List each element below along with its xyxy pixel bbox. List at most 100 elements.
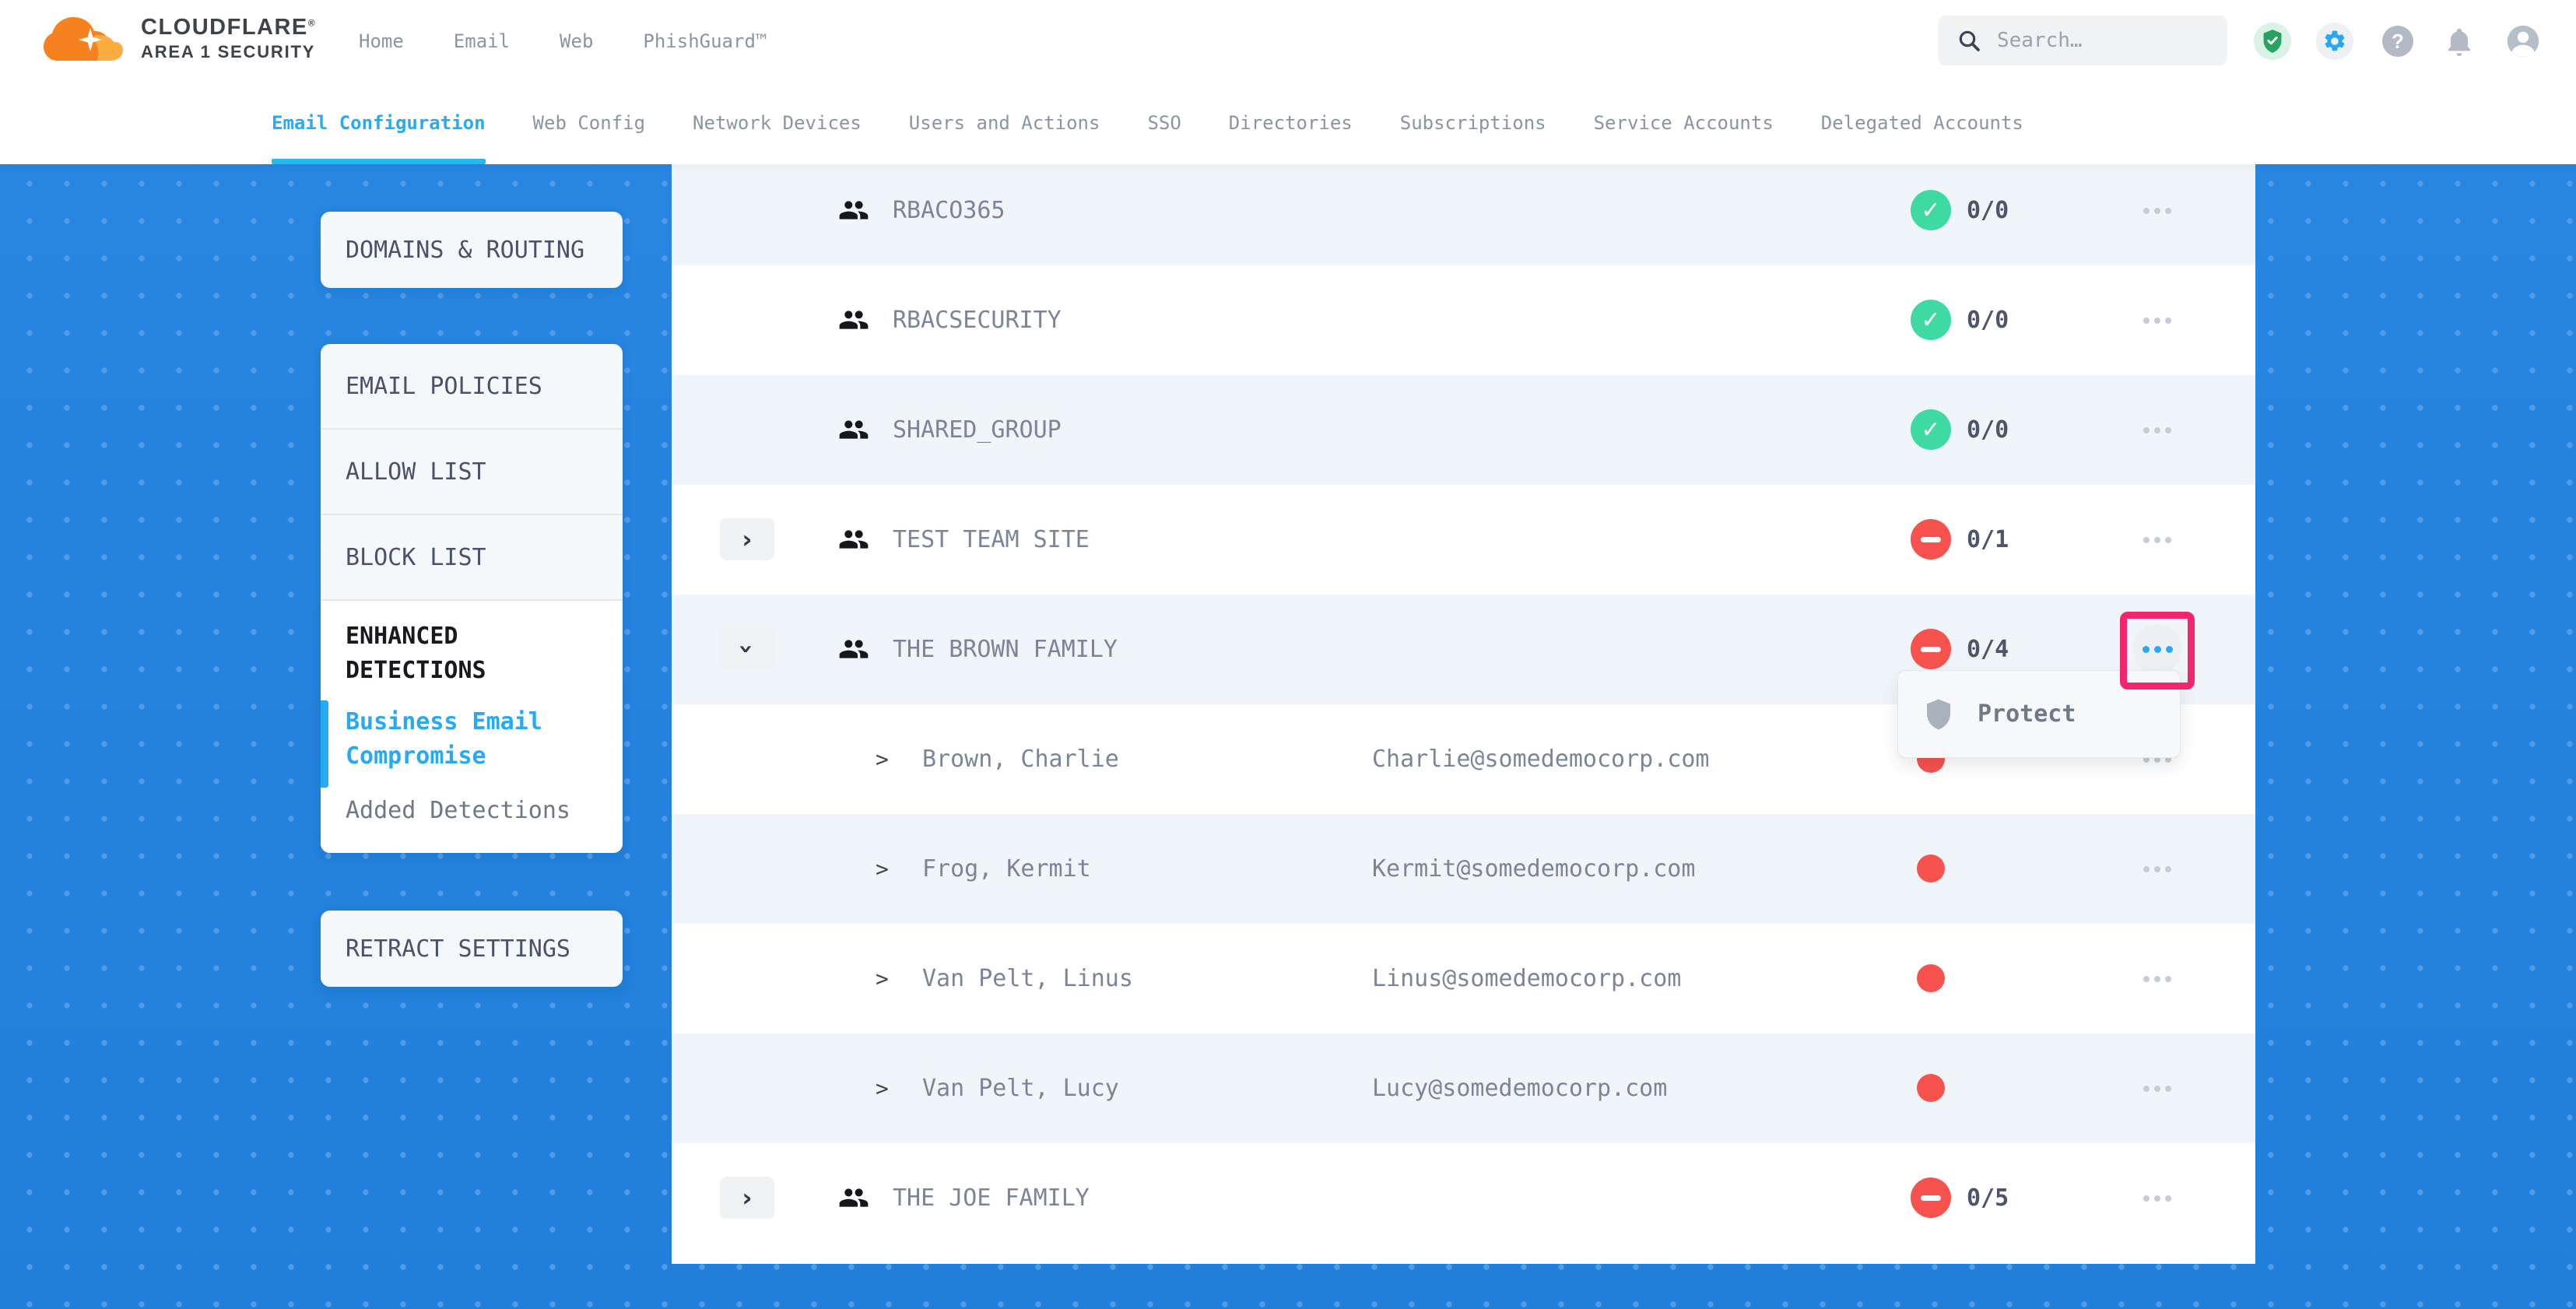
person-email: Charlie@somedemocorp.com bbox=[1372, 704, 1709, 814]
status-dot-unprotected bbox=[1917, 855, 1945, 883]
row-menu-button-the-brown-family[interactable] bbox=[2132, 624, 2182, 674]
sidebar-item-block-list[interactable]: BLOCK LIST bbox=[321, 515, 623, 601]
bell-icon bbox=[2444, 25, 2474, 58]
tab-subscriptions[interactable]: Subscriptions bbox=[1400, 82, 1546, 164]
status-dot-unprotected bbox=[1917, 1074, 1945, 1102]
sidebar-item-retract-settings[interactable]: RETRACT SETTINGS bbox=[321, 911, 623, 987]
search-input[interactable] bbox=[1995, 28, 2209, 53]
nav-link-home[interactable]: Home bbox=[359, 30, 404, 52]
avatar-icon bbox=[2506, 24, 2540, 58]
protected-count: 0/5 bbox=[1967, 1143, 2009, 1253]
sidebar-item-added-detections[interactable]: Added Detections bbox=[346, 794, 598, 828]
tab-email-configuration[interactable]: Email Configuration bbox=[272, 82, 486, 164]
sidebar-item-domains-routing[interactable]: DOMAINS & ROUTING bbox=[321, 212, 623, 288]
row-context-menu: Protect bbox=[1897, 670, 2181, 758]
row-menu-button[interactable] bbox=[2133, 814, 2181, 924]
tab-users-and-actions[interactable]: Users and Actions bbox=[909, 82, 1100, 164]
top-header: CLOUDFLARE® AREA 1 SECURITY Home Email W… bbox=[0, 0, 2576, 82]
sidebar-item-enhanced-detections[interactable]: ENHANCED DETECTIONS bbox=[346, 619, 598, 688]
status-badge-protected: ✓ bbox=[1911, 300, 1951, 340]
status-badge-unprotected bbox=[1911, 1177, 1951, 1218]
group-name: RBACO365 bbox=[893, 156, 1005, 265]
nav-link-email[interactable]: Email bbox=[454, 30, 510, 52]
question-mark-icon: ? bbox=[2392, 30, 2404, 54]
shield-icon bbox=[1925, 698, 1953, 731]
tab-directories[interactable]: Directories bbox=[1229, 82, 1353, 164]
chevron-right-icon[interactable]: > bbox=[876, 924, 889, 1034]
brand-name: CLOUDFLARE bbox=[141, 15, 308, 40]
person-name: Van Pelt, Linus bbox=[922, 924, 1133, 1034]
table-row-shared-group: SHARED_GROUP ✓ 0/0 bbox=[672, 375, 2255, 485]
shield-check-icon bbox=[2262, 29, 2283, 54]
row-menu-button[interactable] bbox=[2133, 156, 2181, 265]
sidebar-item-email-policies[interactable]: EMAIL POLICIES bbox=[321, 344, 623, 430]
person-name: Frog, Kermit bbox=[922, 814, 1091, 924]
search-box[interactable] bbox=[1938, 16, 2227, 65]
cloudflare-cloud-icon bbox=[43, 11, 130, 67]
status-badge-unprotected bbox=[1911, 519, 1951, 560]
table-row-rbaco365: RBACO365 ✓ 0/0 bbox=[672, 156, 2255, 265]
chevron-right-icon[interactable]: > bbox=[876, 1034, 889, 1143]
group-name: TEST TEAM SITE bbox=[893, 485, 1090, 595]
group-icon bbox=[838, 524, 869, 558]
table-row-rbacsecurity: RBACSECURITY ✓ 0/0 bbox=[672, 265, 2255, 375]
row-menu-button[interactable] bbox=[2133, 265, 2181, 375]
row-menu-button[interactable] bbox=[2133, 1034, 2181, 1143]
collapse-row-button[interactable]: › bbox=[720, 628, 774, 670]
expand-row-button[interactable]: › bbox=[720, 518, 774, 560]
tab-delegated-accounts[interactable]: Delegated Accounts bbox=[1821, 82, 2023, 164]
brand-mark: ® bbox=[308, 18, 316, 29]
sidebar-card-email-policies: EMAIL POLICIES ALLOW LIST BLOCK LIST ENH… bbox=[321, 344, 623, 853]
group-name: RBACSECURITY bbox=[893, 265, 1062, 375]
table-row-frog-kermit: > Frog, Kermit Kermit@somedemocorp.com bbox=[672, 814, 2255, 924]
tab-service-accounts[interactable]: Service Accounts bbox=[1594, 82, 1774, 164]
table-row-the-joe-family: › THE JOE FAMILY 0/5 bbox=[672, 1143, 2255, 1253]
settings-button[interactable] bbox=[2316, 23, 2353, 60]
top-navigation: Home Email Web PhishGuard™ bbox=[359, 0, 767, 82]
group-icon bbox=[838, 195, 869, 229]
row-menu-button[interactable] bbox=[2133, 1143, 2181, 1253]
account-avatar[interactable] bbox=[2506, 24, 2540, 58]
config-tab-bar: Email Configuration Web Config Network D… bbox=[0, 82, 2576, 164]
row-menu-button[interactable] bbox=[2133, 375, 2181, 485]
nav-link-phishguard[interactable]: PhishGuard™ bbox=[643, 30, 767, 52]
chevron-right-icon: › bbox=[742, 1185, 752, 1210]
help-button[interactable]: ? bbox=[2382, 26, 2413, 57]
menu-item-protect[interactable]: Protect bbox=[1978, 700, 2076, 728]
sidebar-card-domains-routing: DOMAINS & ROUTING bbox=[321, 212, 623, 288]
group-name: SHARED_GROUP bbox=[893, 375, 1062, 485]
row-menu-button[interactable] bbox=[2133, 924, 2181, 1034]
status-badge-protected: ✓ bbox=[1911, 409, 1951, 450]
group-icon bbox=[838, 304, 869, 339]
group-name: THE JOE FAMILY bbox=[893, 1143, 1090, 1253]
sidebar-card-retract-settings: RETRACT SETTINGS bbox=[321, 911, 623, 987]
protected-count: 0/0 bbox=[1967, 375, 2009, 485]
tab-network-devices[interactable]: Network Devices bbox=[693, 82, 862, 164]
notifications-button[interactable] bbox=[2444, 24, 2475, 58]
protected-count: 0/1 bbox=[1967, 485, 2009, 595]
tab-web-config[interactable]: Web Config bbox=[533, 82, 646, 164]
sidebar-group-enhanced-detections: ENHANCED DETECTIONS Business Email Compr… bbox=[321, 601, 623, 853]
security-status-button[interactable] bbox=[2254, 23, 2291, 60]
person-email: Lucy@somedemocorp.com bbox=[1372, 1034, 1667, 1143]
nav-link-web[interactable]: Web bbox=[560, 30, 593, 52]
cloudflare-logo[interactable]: CLOUDFLARE® AREA 1 SECURITY bbox=[43, 11, 316, 67]
row-menu-button[interactable] bbox=[2133, 485, 2181, 595]
chevron-right-icon: › bbox=[742, 527, 752, 552]
group-icon bbox=[838, 633, 869, 668]
chevron-right-icon[interactable]: > bbox=[876, 704, 889, 814]
status-badge-unprotected bbox=[1911, 629, 1951, 669]
status-dot-unprotected bbox=[1917, 964, 1945, 992]
protected-count: 0/0 bbox=[1967, 265, 2009, 375]
sidebar-item-business-email-compromise[interactable]: Business Email Compromise bbox=[346, 705, 598, 774]
status-badge-protected: ✓ bbox=[1911, 190, 1951, 230]
sidebar-item-allow-list[interactable]: ALLOW LIST bbox=[321, 430, 623, 515]
table-row-van-pelt-lucy: > Van Pelt, Lucy Lucy@somedemocorp.com bbox=[672, 1034, 2255, 1143]
chevron-right-icon[interactable]: > bbox=[876, 814, 889, 924]
tab-sso[interactable]: SSO bbox=[1147, 82, 1181, 164]
gear-icon bbox=[2322, 29, 2347, 54]
protected-count: 0/0 bbox=[1967, 156, 2009, 265]
group-icon bbox=[838, 1182, 869, 1216]
active-item-indicator bbox=[321, 700, 328, 788]
expand-row-button[interactable]: › bbox=[720, 1177, 774, 1219]
